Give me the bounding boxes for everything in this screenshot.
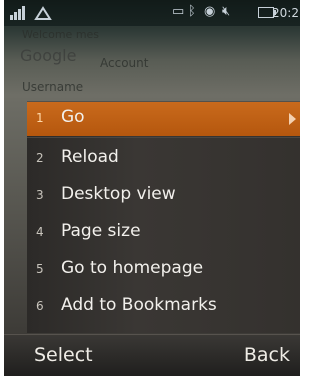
options-menu: 1 Go 2 Reload 3 Desktop view 4 Page size… [27, 101, 300, 333]
menu-item-label: Go [61, 107, 85, 127]
menu-divider [27, 137, 300, 138]
menu-item-add-to-bookmarks[interactable]: 6 Add to Bookmarks [27, 290, 300, 324]
status-time: 20:27 [272, 6, 300, 20]
alarm-icon: ◉ [204, 4, 216, 19]
background-account-text: Account [100, 56, 149, 70]
back-softkey[interactable]: Back [244, 344, 290, 366]
menu-item-number: 5 [36, 262, 44, 276]
background-google-logo-text: Google [20, 46, 77, 65]
menu-item-desktop-view[interactable]: 3 Desktop view [27, 179, 300, 213]
sim-icon: ▭ [172, 4, 185, 19]
menu-item-go-to-homepage[interactable]: 5 Go to homepage [27, 253, 300, 287]
menu-item-number: 4 [36, 225, 44, 239]
bluetooth-icon: ᛒ [188, 4, 196, 19]
background-username-text: Username [22, 80, 84, 94]
menu-item-page-size[interactable]: 4 Page size [27, 216, 300, 250]
chevron-right-icon [289, 113, 296, 125]
background-welcome-text: Welcome mes [22, 28, 100, 41]
menu-item-label: Go to homepage [61, 258, 204, 278]
menu-item-number: 2 [36, 151, 44, 165]
mute-icon: 🔇︎ [222, 4, 231, 19]
status-bar: ▭ ᛒ ◉ 🔇︎ 20:27 [4, 0, 300, 26]
menu-item-label: Page size [61, 221, 141, 241]
softkey-bar: Select Back [4, 334, 300, 376]
menu-item-label: Add to Bookmarks [61, 295, 217, 315]
menu-item-number: 6 [36, 299, 44, 313]
menu-item-label: Desktop view [61, 184, 176, 204]
menu-item-number: 3 [36, 188, 44, 202]
select-softkey[interactable]: Select [34, 344, 93, 366]
menu-item-go[interactable]: 1 Go [27, 102, 300, 136]
phone-screen: ▭ ᛒ ◉ 🔇︎ 20:27 Welcome mes Google Accoun… [4, 0, 300, 376]
signal-bars-icon [10, 6, 25, 20]
menu-item-label: Reload [61, 147, 119, 167]
data-connection-icon [34, 6, 52, 20]
menu-item-reload[interactable]: 2 Reload [27, 142, 300, 176]
menu-item-number: 1 [36, 111, 44, 125]
